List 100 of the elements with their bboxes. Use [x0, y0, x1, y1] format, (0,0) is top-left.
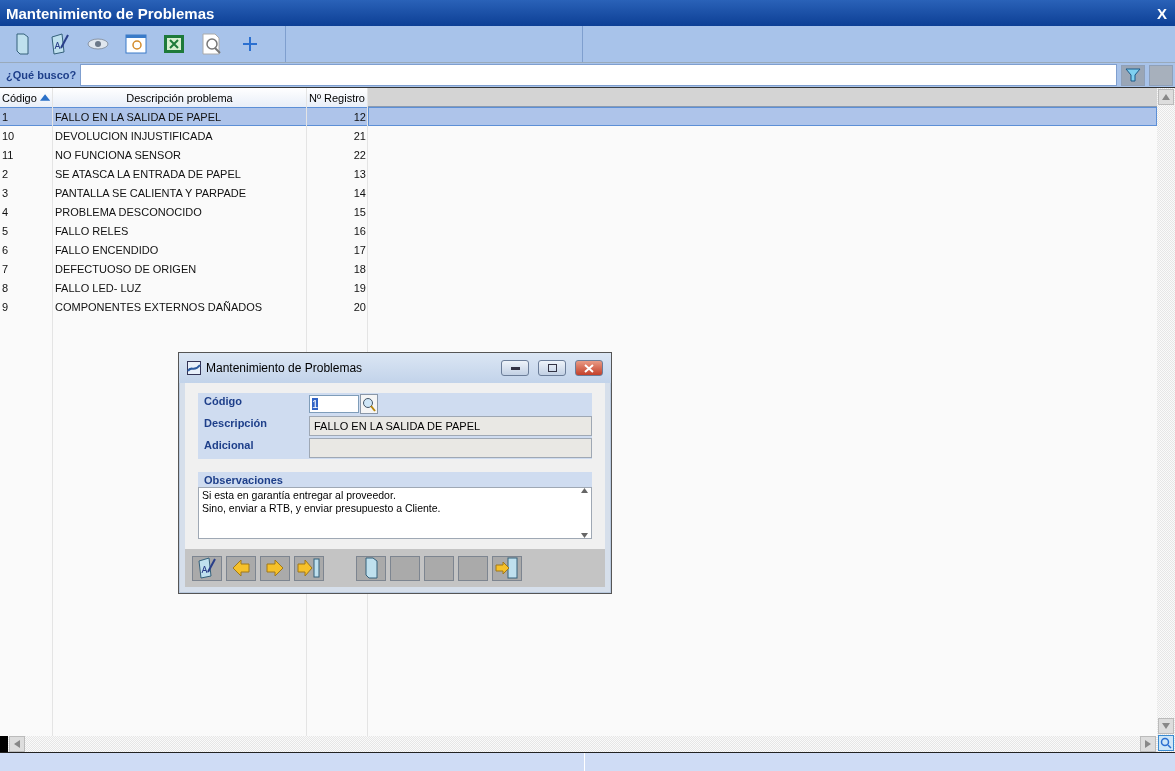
search-icon — [201, 33, 223, 55]
table-cell: 1 — [0, 107, 53, 126]
scroll-down-icon — [580, 533, 588, 538]
table-cell: 12 — [307, 107, 368, 126]
down-triangle-icon — [1162, 723, 1170, 729]
table-cell-text: PANTALLA SE CALIENTA Y PARPADE — [54, 185, 248, 201]
exit-door-icon — [495, 557, 519, 579]
table-cell-text: FALLO ENCENDIDO — [54, 242, 160, 258]
table-cell-text: 21 — [352, 128, 367, 144]
field-label: Adicional — [203, 438, 255, 453]
right-triangle-icon — [1145, 740, 1151, 748]
exit-button[interactable] — [492, 555, 522, 581]
blank-button[interactable] — [1149, 64, 1173, 86]
vertical-scrollbar[interactable] — [1157, 88, 1175, 752]
table-cell-text: 19 — [352, 280, 367, 296]
table-cell-text: FALLO LED- LUZ — [54, 280, 143, 296]
table-cell-text: 6 — [1, 242, 10, 258]
close-button[interactable] — [575, 360, 603, 376]
preview-button[interactable] — [124, 31, 148, 57]
scroll-up-button[interactable] — [1158, 89, 1174, 105]
table-cell-text: 8 — [1, 280, 10, 296]
table-cell-text: 2 — [1, 166, 10, 182]
code-field[interactable]: 1 — [309, 395, 359, 413]
page-icon — [364, 557, 378, 579]
minimize-button[interactable] — [501, 360, 529, 376]
edit-page-icon — [198, 557, 216, 579]
spreadsheet-icon — [164, 35, 184, 53]
edit-page-icon — [51, 33, 69, 55]
table-cell-text: 20 — [352, 299, 367, 315]
up-triangle-icon — [1162, 94, 1170, 100]
table-cell-text: 5 — [1, 223, 10, 239]
last-button[interactable] — [294, 555, 324, 581]
field-label: Descripción — [203, 416, 268, 431]
magnifier-icon — [362, 396, 376, 412]
section-header: Observaciones — [198, 472, 592, 487]
table-cell-text: NO FUNCIONA SENSOR — [54, 147, 182, 163]
table-cell-text: 9 — [1, 299, 10, 315]
lookup-button[interactable] — [360, 394, 378, 414]
table-cell-text: COMPONENTES EXTERNOS DAÑADOS — [54, 299, 264, 315]
table-cell-text: 15 — [352, 204, 367, 220]
table-cell-text: 22 — [352, 147, 367, 163]
table-cell-text: 3 — [1, 185, 10, 201]
maximize-icon — [547, 364, 557, 372]
left-arrow-icon — [232, 559, 250, 577]
table-cell-text: FALLO RELES — [54, 223, 130, 239]
blank-button[interactable] — [390, 555, 420, 581]
maximize-button[interactable] — [538, 360, 566, 376]
close-button[interactable]: X — [1155, 4, 1169, 22]
notes-field[interactable]: Si esta en garantía entregar al proveedor. Sino, enviar a RTB, y enviar presupuesto a Cliente. — [198, 487, 592, 539]
zoom-button[interactable] — [1158, 735, 1174, 751]
blank-button[interactable] — [458, 555, 488, 581]
text-field[interactable]: FALLO EN LA SALIDA DE PAPEL — [309, 416, 592, 436]
selected-text: 1 — [312, 398, 319, 410]
window-title: Mantenimiento de Problemas — [6, 4, 215, 22]
minimize-icon — [510, 366, 520, 370]
search-field[interactable] — [80, 64, 1117, 86]
column-header[interactable]: Descripción problema — [53, 88, 307, 108]
table-cell-text: 10 — [1, 128, 16, 144]
table-cell-text: 4 — [1, 204, 10, 220]
window-magnifier-icon — [125, 34, 147, 54]
filter-button[interactable] — [1121, 64, 1145, 86]
table-cell: FALLO EN LA SALIDA DE PAPEL — [53, 107, 307, 126]
table-cell-text: SE ATASCA LA ENTRADA DE PAPEL — [54, 166, 242, 182]
table-cell-text: 16 — [352, 223, 367, 239]
right-arrow-icon — [266, 559, 284, 577]
new-button[interactable] — [356, 555, 386, 581]
scroll-down-button[interactable] — [1158, 718, 1174, 734]
field-label: Código — [203, 394, 243, 409]
text-field[interactable] — [309, 438, 592, 458]
notes-line: Si esta en garantía entregar al proveedor. — [202, 489, 397, 502]
table-cell-text: 11 — [1, 147, 15, 163]
eye-icon — [87, 38, 109, 50]
table-cell-text: 13 — [352, 166, 367, 182]
magnifier-icon — [1160, 737, 1172, 749]
page-icon — [15, 33, 29, 55]
horizontal-scrollbar[interactable] — [0, 736, 1157, 752]
filter-icon — [1125, 68, 1141, 82]
table-cell-text: 7 — [1, 261, 10, 277]
scroll-left-button[interactable] — [9, 736, 25, 752]
scroll-right-button[interactable] — [1140, 736, 1156, 752]
left-triangle-icon — [14, 740, 20, 748]
sort-up-icon — [39, 94, 50, 101]
table-cell-text: 14 — [352, 185, 367, 201]
plus-icon — [242, 36, 258, 52]
notes-line: Sino, enviar a RTB, y enviar presupuesto a Cliente. — [202, 502, 442, 515]
close-icon — [584, 363, 594, 373]
next-button[interactable] — [260, 555, 290, 581]
app-icon — [187, 361, 201, 375]
arrow-bar-icon — [297, 558, 321, 578]
table-cell-text: PROBLEMA DESCONOCIDO — [54, 204, 203, 220]
search-label: ¿Qué busco? — [6, 69, 77, 81]
table-cell-text: 18 — [352, 261, 367, 277]
table-cell-text: 17 — [352, 242, 367, 258]
table-cell-text: DEVOLUCION INJUSTIFICADA — [54, 128, 214, 144]
blank-button[interactable] — [424, 555, 454, 581]
column-header[interactable]: Nº Registro — [307, 88, 368, 108]
edit-button[interactable] — [192, 555, 222, 581]
column-header[interactable]: Código — [0, 88, 53, 108]
dialog-title: Mantenimiento de Problemas — [206, 361, 364, 375]
edit-button[interactable] — [48, 31, 72, 57]
